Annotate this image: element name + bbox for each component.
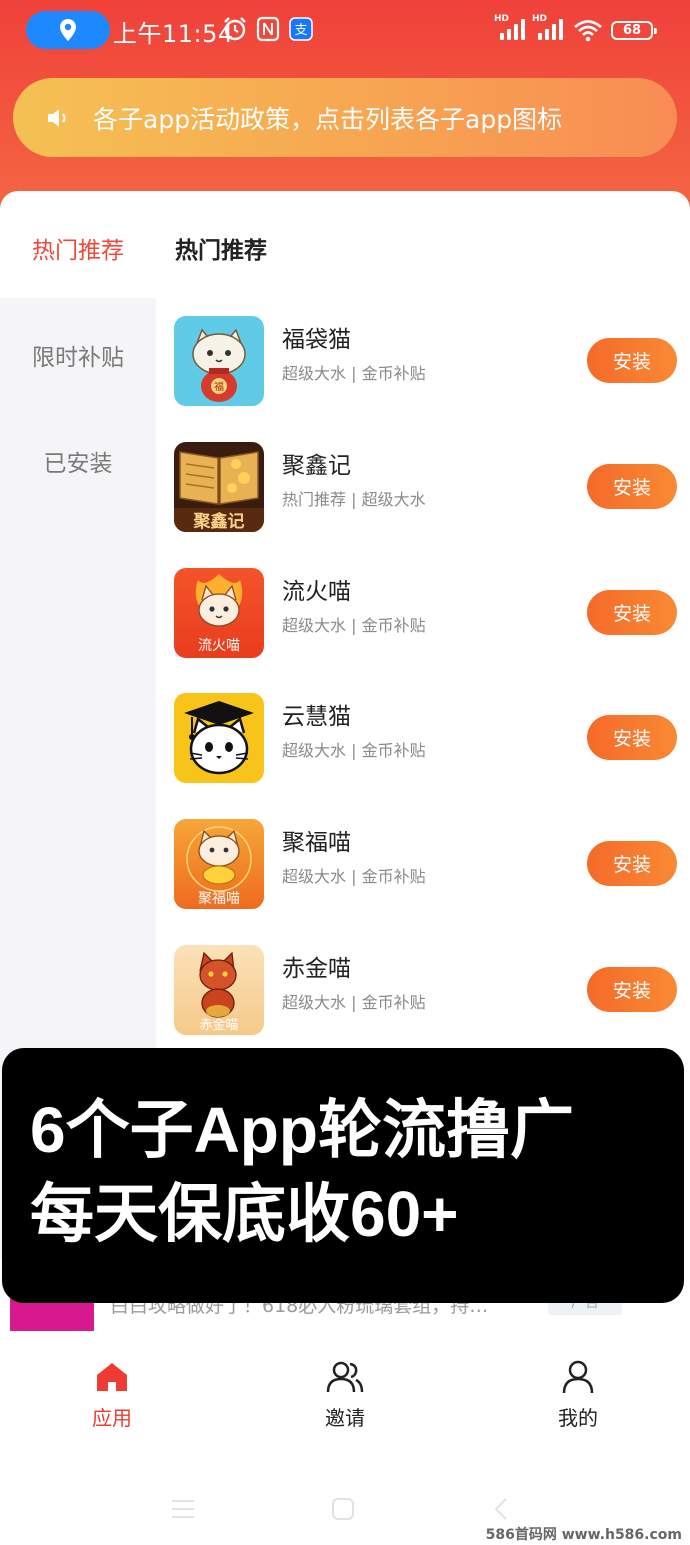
home-square-icon[interactable] [331,1497,355,1521]
app-name: 赤金喵 [282,956,351,982]
nfc-icon [256,16,280,42]
battery-indicator: 68 [611,21,657,40]
nav-item-invite[interactable]: 邀请 [285,1360,405,1431]
nav-label: 邀请 [325,1406,365,1430]
bottom-nav: 应用 邀请 我的 [0,1360,690,1450]
caption-line-2: 每天保底收60+ [30,1178,459,1250]
nav-item-apps[interactable]: 应用 [52,1360,172,1431]
alarm-icon [224,17,246,41]
back-icon[interactable] [493,1497,509,1521]
notice-bar[interactable]: 各子app活动政策，点击列表各子app图标 [13,78,677,157]
nav-label: 我的 [558,1406,598,1430]
status-bar: 上午11:54 支 HD HD 68 [0,0,690,62]
golden-tiger-cat-icon[interactable]: 赤金喵 [174,945,264,1035]
app-row[interactable]: 福 福袋猫 超级大水 | 金币补贴 安装 [156,316,690,442]
menu-icon[interactable] [170,1498,196,1520]
app-name: 流火喵 [282,579,351,605]
alipay-icon: 支 [289,17,313,41]
app-tags: 热门推荐 | 超级大水 [282,490,426,509]
install-button[interactable]: 安装 [587,338,677,383]
app-tags: 超级大水 | 金币补贴 [282,741,426,760]
system-nav-bar [0,1488,690,1528]
install-button[interactable]: 安装 [587,464,677,509]
users-icon [326,1361,364,1393]
app-tags: 超级大水 | 金币补贴 [282,867,426,886]
promo-caption-overlay: 6个子App轮流撸广 每天保底收60+ [2,1048,684,1303]
app-row[interactable]: 聚鑫记 聚鑫记 热门推荐 | 超级大水 安装 [156,442,690,568]
svg-text:福: 福 [214,380,224,393]
app-tags: 超级大水 | 金币补贴 [282,364,426,383]
install-button[interactable]: 安装 [587,967,677,1012]
signal-icon [538,18,563,40]
sidebar-item-hot[interactable]: 热门推荐 [0,231,156,265]
fire-cat-icon[interactable]: 流火喵 [174,568,264,658]
app-row[interactable]: 流火喵 流火喵 超级大水 | 金币补贴 安装 [156,568,690,694]
lucky-bag-cat-icon[interactable]: 福 [174,316,264,406]
notice-text: 各子app活动政策，点击列表各子app图标 [93,104,563,134]
caption-line-1: 6个子App轮流撸广 [30,1094,574,1166]
fortune-cat-icon[interactable]: 聚福喵 [174,819,264,909]
app-icon-label: 流火喵 [198,638,240,654]
nav-label: 应用 [92,1406,132,1430]
app-icon-label: 聚福喵 [198,891,240,907]
graduate-cat-icon[interactable] [174,693,264,783]
gold-book-icon[interactable]: 聚鑫记 [174,442,264,532]
app-row[interactable]: 云慧猫 超级大水 | 金币补贴 安装 [156,693,690,819]
app-tags: 超级大水 | 金币补贴 [282,993,426,1012]
watermark: 586首码网 www.h586.com [485,1527,682,1543]
location-pill[interactable] [26,11,110,49]
speaker-icon [48,108,66,127]
home-icon [97,1363,127,1391]
app-name: 福袋猫 [282,327,351,353]
sidebar-item-installed[interactable]: 已安装 [0,444,156,478]
app-name: 聚鑫记 [282,453,351,479]
install-button[interactable]: 安装 [587,841,677,886]
sidebar-item-subsidy[interactable]: 限时补贴 [0,338,156,372]
app-name: 云慧猫 [282,704,351,730]
install-button[interactable]: 安装 [587,590,677,635]
app-row[interactable]: 聚福喵 聚福喵 超级大水 | 金币补贴 安装 [156,819,690,945]
user-icon [562,1360,594,1394]
location-icon [60,19,76,41]
section-title: 热门推荐 [175,238,267,264]
app-tags: 超级大水 | 金币补贴 [282,616,426,635]
app-icon-label: 聚鑫记 [193,511,245,532]
nav-item-me[interactable]: 我的 [518,1360,638,1431]
wifi-icon [574,20,602,42]
app-icon-label: 赤金喵 [199,1017,238,1033]
svg-text:支: 支 [294,23,307,38]
battery-level: 68 [622,23,642,38]
signal-icon [500,18,525,40]
clock: 上午11:54 [113,20,234,48]
install-button[interactable]: 安装 [587,715,677,760]
app-name: 聚福喵 [282,830,351,856]
